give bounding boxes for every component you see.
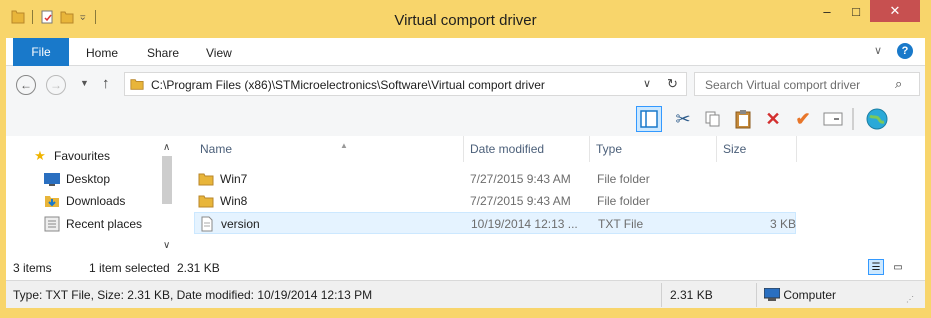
- item-count: 3 items: [13, 261, 52, 275]
- file-type: TXT File: [598, 217, 644, 231]
- window-title: Virtual comport driver: [394, 12, 537, 29]
- address-dropdown-icon[interactable]: ∨: [643, 77, 651, 90]
- large-icons-view-icon[interactable]: ▭: [890, 259, 906, 275]
- file-list: Name ▲ Date modified Type Size Win7 7/27…: [178, 136, 925, 254]
- globe-icon[interactable]: [864, 106, 890, 132]
- toolbar-separator: [852, 108, 854, 130]
- copy-icon[interactable]: [700, 106, 726, 132]
- up-button[interactable]: ↑: [102, 75, 110, 92]
- tab-share[interactable]: Share: [147, 42, 179, 64]
- star-icon: ★: [34, 148, 46, 163]
- help-icon[interactable]: ?: [897, 43, 913, 59]
- column-header-type[interactable]: Type: [590, 136, 717, 162]
- ribbon-tabs: File Home Share View ∨ ?: [6, 38, 925, 66]
- nav-item-label: Recent places: [66, 217, 143, 231]
- file-type: File folder: [597, 194, 650, 208]
- custom-toolbar: ✂ ✕ ✔: [6, 102, 925, 136]
- ribbon-expand-icon[interactable]: ∨: [874, 44, 882, 57]
- tab-file[interactable]: File: [13, 38, 69, 66]
- back-button[interactable]: ←: [16, 75, 36, 95]
- forward-button[interactable]: →: [46, 75, 66, 95]
- search-input[interactable]: Search Virtual comport driver: [705, 78, 860, 92]
- file-size: 3 KB: [770, 217, 797, 231]
- file-row[interactable]: Win7 7/27/2015 9:43 AM File folder: [194, 168, 796, 190]
- refresh-icon[interactable]: ↻: [667, 76, 678, 92]
- title-bar: Virtual comport driver ‒ □ ✕: [0, 0, 931, 38]
- column-header-label: Name: [200, 142, 233, 156]
- selection-count: 1 item selected: [89, 261, 170, 275]
- navigation-pane: ★ Favourites Desktop Downloads Recent pl…: [6, 136, 178, 254]
- nav-scrollbar-thumb[interactable]: [162, 156, 172, 204]
- file-row[interactable]: Win8 7/27/2015 9:43 AM File folder: [194, 190, 796, 212]
- nav-item-downloads[interactable]: Downloads: [44, 193, 125, 209]
- column-header-size[interactable]: Size: [717, 136, 797, 162]
- properties-check-icon[interactable]: ✔: [790, 106, 816, 132]
- column-header-name[interactable]: Name ▲: [194, 136, 464, 162]
- folder-icon: [198, 173, 214, 186]
- file-date: 10/19/2014 12:13 ...: [471, 217, 578, 231]
- file-name: Win8: [220, 194, 248, 208]
- selection-size: 2.31 KB: [177, 261, 220, 275]
- explorer-window: Virtual comport driver ‒ □ ✕ File Home S…: [0, 0, 931, 318]
- nav-item-label: Downloads: [66, 194, 126, 208]
- recent-places-icon: [44, 216, 60, 232]
- file-name: version: [221, 217, 260, 231]
- status-separator: [661, 283, 662, 307]
- column-header-date[interactable]: Date modified: [464, 136, 590, 162]
- file-name: Win7: [220, 172, 248, 186]
- close-button[interactable]: ✕: [870, 0, 920, 22]
- paste-icon[interactable]: [730, 106, 756, 132]
- delete-icon[interactable]: ✕: [760, 106, 786, 132]
- status-location-label: Computer: [783, 288, 837, 302]
- resize-grip-icon[interactable]: ⋰: [906, 295, 914, 304]
- tab-view[interactable]: View: [206, 42, 232, 64]
- scroll-down-icon[interactable]: ∨: [163, 240, 170, 251]
- search-box[interactable]: Search Virtual comport driver ⌕: [694, 72, 920, 96]
- scroll-up-icon[interactable]: ∧: [163, 142, 170, 153]
- folder-icon: [130, 79, 144, 90]
- downloads-icon: [44, 193, 60, 209]
- minimize-button[interactable]: ‒: [812, 0, 842, 22]
- sort-ascending-icon: ▲: [340, 141, 348, 150]
- address-path[interactable]: C:\Program Files (x86)\STMicroelectronic…: [151, 78, 545, 92]
- text-file-icon: [201, 216, 213, 232]
- nav-item-recent-places[interactable]: Recent places: [44, 216, 142, 232]
- maximize-button[interactable]: □: [842, 0, 870, 22]
- cut-icon[interactable]: ✂: [670, 106, 696, 132]
- status-details: Type: TXT File, Size: 2.31 KB, Date modi…: [13, 288, 373, 302]
- details-view-icon[interactable]: ☰: [868, 259, 884, 275]
- tab-home[interactable]: Home: [86, 42, 118, 64]
- file-date: 7/27/2015 9:43 AM: [470, 194, 571, 208]
- status-location: Computer: [763, 287, 837, 302]
- preview-pane-icon[interactable]: [636, 106, 662, 132]
- search-icon[interactable]: ⌕: [895, 76, 902, 92]
- nav-item-desktop[interactable]: Desktop: [44, 171, 110, 187]
- folder-icon: [198, 195, 214, 208]
- status-bar: Type: TXT File, Size: 2.31 KB, Date modi…: [6, 280, 925, 308]
- file-date: 7/27/2015 9:43 AM: [470, 172, 571, 186]
- file-type: File folder: [597, 172, 650, 186]
- nav-item-label: Desktop: [66, 172, 111, 186]
- nav-item-label: Favourites: [54, 149, 111, 163]
- item-info-bar: 3 items 1 item selected 2.31 KB ☰ ▭: [6, 254, 925, 280]
- address-row: ← → ▼ ↑ C:\Program Files (x86)\STMicroel…: [6, 66, 925, 102]
- rename-icon[interactable]: [820, 106, 846, 132]
- status-size: 2.31 KB: [670, 288, 713, 302]
- file-row-selected[interactable]: version 10/19/2014 12:13 ... TXT File 3 …: [194, 212, 796, 234]
- status-separator: [756, 283, 757, 307]
- recent-locations-icon[interactable]: ▼: [80, 78, 89, 88]
- nav-item-favourites[interactable]: ★ Favourites: [32, 148, 110, 164]
- desktop-icon: [44, 171, 60, 187]
- address-bar[interactable]: C:\Program Files (x86)\STMicroelectronic…: [124, 72, 687, 96]
- computer-icon: [763, 287, 781, 301]
